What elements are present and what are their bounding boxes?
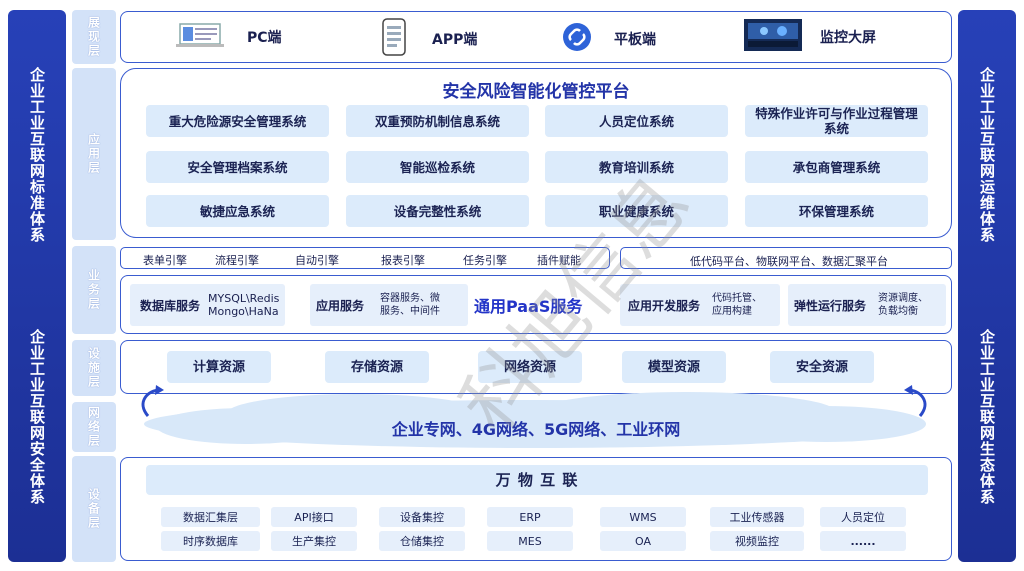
screen-label: 监控大屏: [820, 30, 876, 46]
device-item: 时序数据库: [161, 531, 260, 551]
right-sidebar: 企业工业互联网运维体系 企业工业互联网生态体系: [958, 10, 1016, 562]
left-system-2: 企业工业互联网安全体系: [28, 329, 46, 505]
device-item: 生产集控: [271, 531, 357, 551]
app-desc-2: 服务、中间件: [380, 306, 440, 317]
ops-service: 弹性运行服务 资源调度、负载均衡: [788, 284, 946, 326]
device-item: OA: [600, 531, 686, 551]
engine-item: 任务引擎: [463, 254, 507, 267]
dev-desc-1: 代码托管、: [712, 293, 762, 304]
app-box: 安全管理档案系统: [146, 151, 329, 183]
layer-presentation: 展现层: [72, 10, 116, 64]
resource-box: 网络资源: [478, 351, 582, 383]
dev-service-name: 应用开发服务: [628, 298, 701, 313]
app-box: 重大危险源安全管理系统: [146, 105, 329, 137]
db-desc-1: MYSQL\Redis: [208, 292, 280, 305]
device-item: 工业传感器: [710, 507, 804, 527]
resource-box: 安全资源: [770, 351, 874, 383]
device-item: ......: [820, 531, 906, 551]
app-label: APP端: [432, 32, 478, 48]
resource-box: 模型资源: [622, 351, 726, 383]
resource-box: 存储资源: [325, 351, 429, 383]
platforms-text: 低代码平台、物联网平台、数据汇聚平台: [690, 255, 888, 268]
link-icon: [562, 22, 592, 52]
ops-desc-1: 资源调度、: [878, 293, 928, 304]
layer-facility: 设施层: [72, 340, 116, 396]
left-system-1: 企业工业互联网标准体系: [28, 67, 46, 243]
engine-item: 插件赋能: [537, 254, 581, 267]
iot-title: 万 物 互 联: [146, 465, 928, 495]
engine-item: 表单引擎: [143, 254, 187, 267]
left-sidebar: 企业工业互联网标准体系 企业工业互联网安全体系: [8, 10, 66, 562]
engine-item: 报表引擎: [381, 254, 425, 267]
app-box: 承包商管理系统: [745, 151, 928, 183]
laptop-icon: [176, 23, 224, 49]
device-item: 视频监控: [710, 531, 804, 551]
resource-box: 计算资源: [167, 351, 271, 383]
device-item: MES: [487, 531, 573, 551]
right-system-2: 企业工业互联网生态体系: [978, 329, 996, 505]
phone-icon: [382, 18, 406, 56]
device-item: ERP: [487, 507, 573, 527]
db-service: 数据库服务 MYSQL\Redis Mongo\HaNa: [130, 284, 285, 326]
device-item: 人员定位: [820, 507, 906, 527]
device-item: 数据汇集层: [161, 507, 260, 527]
db-service-name: 数据库服务: [140, 298, 201, 313]
right-system-1: 企业工业互联网运维体系: [978, 67, 996, 243]
layer-network: 网络层: [72, 402, 116, 452]
device-item: 仓储集控: [379, 531, 465, 551]
app-box: 特殊作业许可与作业过程管理系统: [745, 105, 928, 137]
app-desc-1: 容器服务、微: [380, 293, 440, 304]
app-box: 敏捷应急系统: [146, 195, 329, 227]
layer-device: 设备层: [72, 456, 116, 562]
layer-application: 应用层: [72, 68, 116, 240]
app-box: 教育培训系统: [545, 151, 728, 183]
engine-item: 流程引擎: [215, 254, 259, 267]
app-box: 双重预防机制信息系统: [346, 105, 529, 137]
dev-desc-2: 应用构建: [712, 306, 752, 317]
app-service-name: 应用服务: [316, 298, 365, 313]
app-box: 设备完整性系统: [346, 195, 529, 227]
device-item: WMS: [600, 507, 686, 527]
db-desc-2: Mongo\HaNa: [208, 305, 279, 318]
monitor-wall-icon: [744, 19, 802, 51]
paas-title: 通用PaaS服务: [474, 297, 583, 316]
pc-label: PC端: [247, 30, 282, 46]
app-box: 人员定位系统: [545, 105, 728, 137]
layer-business: 业务层: [72, 246, 116, 334]
device-item: 设备集控: [379, 507, 465, 527]
app-box: 职业健康系统: [545, 195, 728, 227]
app-box: 智能巡检系统: [346, 151, 529, 183]
app-box: 环保管理系统: [745, 195, 928, 227]
tablet-label: 平板端: [614, 32, 656, 48]
network-text: 企业专网、4G网络、5G网络、工业环网: [391, 420, 681, 439]
dev-service: 应用开发服务 代码托管、应用构建: [620, 284, 780, 326]
engine-item: 自动引擎: [295, 254, 339, 267]
ops-service-name: 弹性运行服务: [794, 298, 867, 313]
platform-title: 安全风险智能化管控平台: [442, 82, 630, 102]
app-service: 应用服务 容器服务、微 服务、中间件: [310, 284, 468, 326]
ops-desc-2: 负载均衡: [878, 306, 918, 317]
device-item: API接口: [271, 507, 357, 527]
